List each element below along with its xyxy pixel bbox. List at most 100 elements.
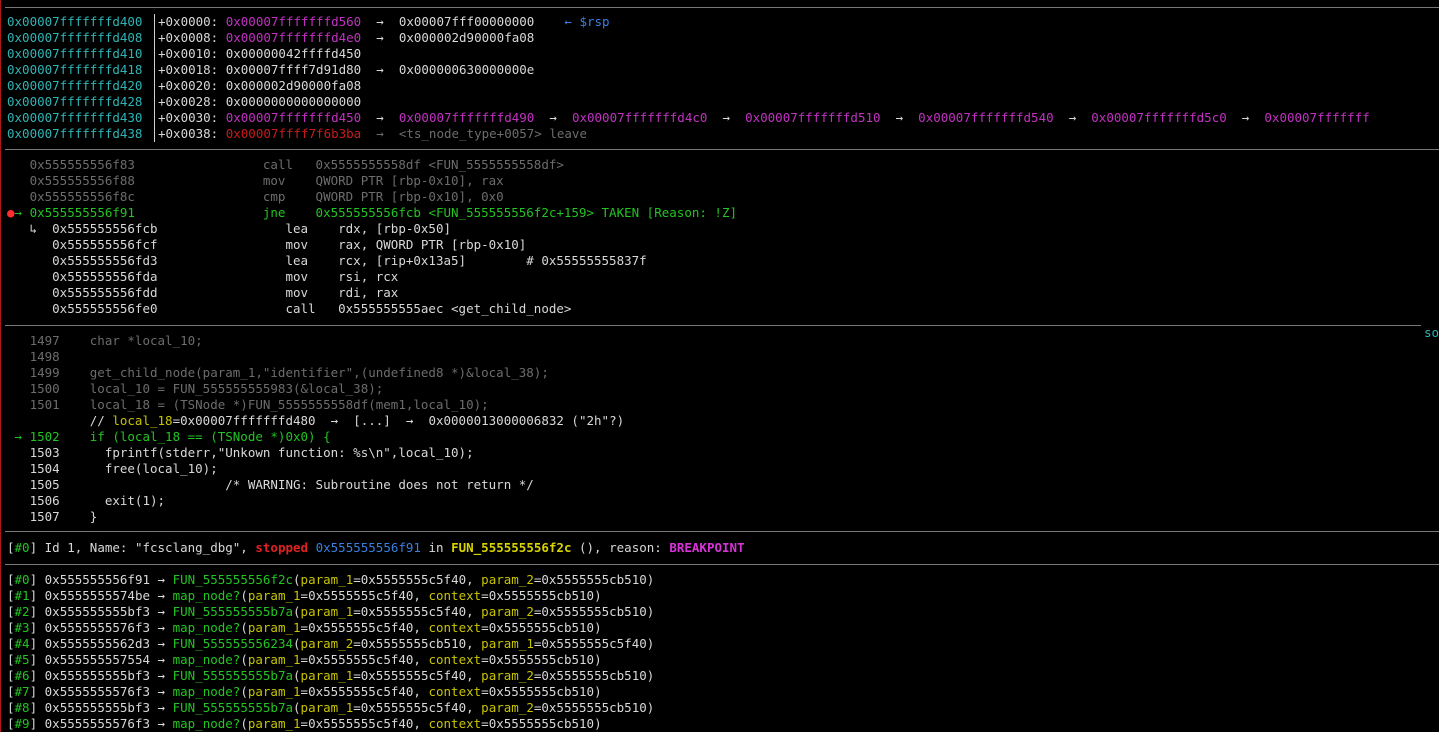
arg-value: =0x5555555c5f40, — [300, 684, 429, 699]
frame-address: ] 0x5555555574be → — [29, 588, 173, 603]
stack-address: 0x00007fffffffd428 — [7, 94, 142, 110]
arg-name: param_1 — [481, 636, 534, 651]
arg-value: =0x5555555cb510, — [353, 636, 482, 651]
stack-value: → — [880, 110, 919, 125]
arg-name: param_1 — [247, 652, 301, 667]
stack-address-text: 0x00007fffffffd408 — [7, 30, 143, 45]
stack-offset: +0x0018: — [158, 62, 226, 77]
paren: ( — [240, 652, 248, 667]
bracket: [ — [7, 588, 15, 603]
backtrace-frame[interactable]: [#7] 0x5555555576f3 → map_node?(param_1=… — [7, 684, 602, 700]
arg-value: =0x5555555cb510 — [533, 572, 647, 587]
thread-text: stopped — [255, 540, 309, 555]
frame-address: ] 0x5555555562d3 → — [29, 636, 173, 651]
stack-value: → — [707, 110, 746, 125]
source-line: 1506 exit(1); — [7, 493, 165, 509]
stack-address-text: 0x00007fffffffd410 — [7, 46, 143, 61]
code-text: → 0x555555556f91 jne 0x555555556fcb <FUN… — [14, 205, 602, 220]
source-line: 1497 char *local_10; — [7, 333, 203, 349]
arg-name: context — [428, 716, 482, 731]
backtrace-frame[interactable]: [#5] 0x555555557554 → map_node?(param_1=… — [7, 652, 602, 668]
paren: ( — [240, 620, 248, 635]
thread-text — [308, 540, 316, 555]
backtrace-frame[interactable]: [#2] 0x555555555bf3 → FUN_555555555b7a(p… — [7, 604, 654, 620]
code-text: 0x555555556f83 call 0x5555555558df <FUN_… — [7, 157, 564, 172]
stack-entry: +0x0028: 0x0000000000000000 — [158, 94, 361, 110]
stack-offset: +0x0000: — [158, 14, 226, 29]
arg-name: param_1 — [300, 604, 354, 619]
stack-offset: +0x0038: — [158, 126, 226, 141]
frame-function: FUN_555555556f2c — [172, 572, 294, 587]
backtrace-frame[interactable]: [#0] 0x555555556f91 → FUN_555555556f2c(p… — [7, 572, 654, 588]
stack-value: 0x00007fffffffd490 — [398, 110, 535, 125]
backtrace-frame[interactable]: [#6] 0x555555555bf3 → FUN_555555555b7a(p… — [7, 668, 654, 684]
frame-number: #6 — [14, 668, 30, 683]
stack-address: 0x00007fffffffd408 — [7, 30, 142, 46]
bracket: [ — [7, 604, 15, 619]
arg-value: =0x5555555cb510 — [481, 620, 595, 635]
paren: ( — [293, 700, 301, 715]
source-line: 1500 local_10 = FUN_555555555983(&local_… — [7, 381, 384, 397]
source-section-divider — [5, 325, 1421, 326]
stack-value: → — [1226, 110, 1265, 125]
code-line: 0x555555556fcf mov rax, QWORD PTR [rbp-0… — [7, 237, 526, 253]
frame-number: #3 — [14, 620, 30, 635]
stack-offset: +0x0010: — [158, 46, 226, 61]
stack-value: 0x00007fffffffd560 — [225, 14, 362, 29]
frame-address: ] 0x5555555576f3 → — [29, 684, 173, 699]
stack-value: 0x00007fffffffd4e0 — [225, 30, 362, 45]
code-text: TAKEN [Reason: !Z] — [601, 205, 737, 220]
source-text: 1499 get_child_node(param_1,"identifier"… — [7, 365, 549, 380]
source-line: 1505 /* WARNING: Subroutine does not ret… — [7, 477, 534, 493]
source-line: 1507 } — [7, 509, 98, 525]
backtrace-frame[interactable]: [#3] 0x5555555576f3 → map_node?(param_1=… — [7, 620, 602, 636]
paren: ) — [594, 684, 602, 699]
thread-text: BREAKPOINT — [669, 540, 745, 555]
source-text: 1507 } — [7, 509, 98, 524]
paren: ) — [594, 716, 602, 731]
frame-number: #8 — [14, 700, 30, 715]
source-text: // — [7, 413, 113, 428]
arg-value: =0x5555555cb510 — [481, 684, 595, 699]
paren: ) — [646, 668, 655, 683]
thread-text: FUN_555555556f2c — [451, 540, 572, 555]
stack-value: ← $rsp — [564, 14, 610, 29]
arg-name: param_1 — [247, 684, 301, 699]
arg-value: =0x5555555cb510 — [533, 668, 647, 683]
source-text: → 1502 if (local_18 == (TSNode *)0x0) { — [7, 429, 331, 444]
arg-name: param_1 — [247, 588, 301, 603]
stack-address: 0x00007fffffffd430 — [7, 110, 142, 126]
stack-entry: +0x0030: 0x00007fffffffd450 → 0x00007fff… — [158, 110, 1370, 126]
code-text: 0x555555556f8c cmp QWORD PTR [rbp-0x10],… — [7, 189, 504, 204]
terminal-left-border — [0, 0, 1, 732]
stack-value: 0x00007fffffffd5c0 — [1091, 110, 1227, 125]
paren: ) — [646, 572, 655, 587]
stack-value: 0x00007ffff7f6b3ba — [225, 126, 362, 141]
bracket: [ — [7, 652, 15, 667]
bracket: [ — [7, 684, 15, 699]
backtrace-frame[interactable]: [#8] 0x555555555bf3 → FUN_555555555b7a(p… — [7, 700, 654, 716]
thread-text: #0 — [14, 540, 30, 555]
source-line: 1501 local_18 = (TSNode *)FUN_5555555558… — [7, 397, 489, 413]
source-line: 1498 — [7, 349, 60, 365]
source-text: 1500 local_10 = FUN_555555555983(&local_… — [7, 381, 384, 396]
code-line: 0x555555556fda mov rsi, rcx — [7, 269, 398, 285]
stack-entry: +0x0008: 0x00007fffffffd4e0 → 0x000002d9… — [158, 30, 534, 46]
backtrace-frame[interactable]: [#4] 0x5555555562d3 → FUN_555555556234(p… — [7, 636, 654, 652]
frame-address: ] 0x555555555bf3 → — [29, 604, 173, 619]
bracket: [ — [7, 620, 15, 635]
stack-entry: +0x0038: 0x00007ffff7f6b3ba → <ts_node_t… — [158, 126, 587, 142]
backtrace-frame[interactable]: [#1] 0x5555555574be → map_node?(param_1=… — [7, 588, 602, 604]
arg-value: =0x5555555cb510 — [481, 588, 595, 603]
source-section-tag: so — [1423, 325, 1439, 340]
stack-address: 0x00007fffffffd400 — [7, 14, 142, 30]
stack-value: → — [1053, 110, 1092, 125]
source-text: 1505 /* WARNING: Subroutine does not ret… — [7, 477, 534, 492]
arg-name: param_1 — [247, 620, 301, 635]
bracket: [ — [7, 572, 15, 587]
backtrace-frame[interactable]: [#9] 0x5555555576f3 → map_node?(param_1=… — [7, 716, 602, 732]
paren: ( — [293, 668, 301, 683]
stack-value: 0x00007fffffffd540 — [918, 110, 1054, 125]
stack-value: 0x00007fffffffd450 — [225, 110, 362, 125]
frame-number: #4 — [14, 636, 30, 651]
